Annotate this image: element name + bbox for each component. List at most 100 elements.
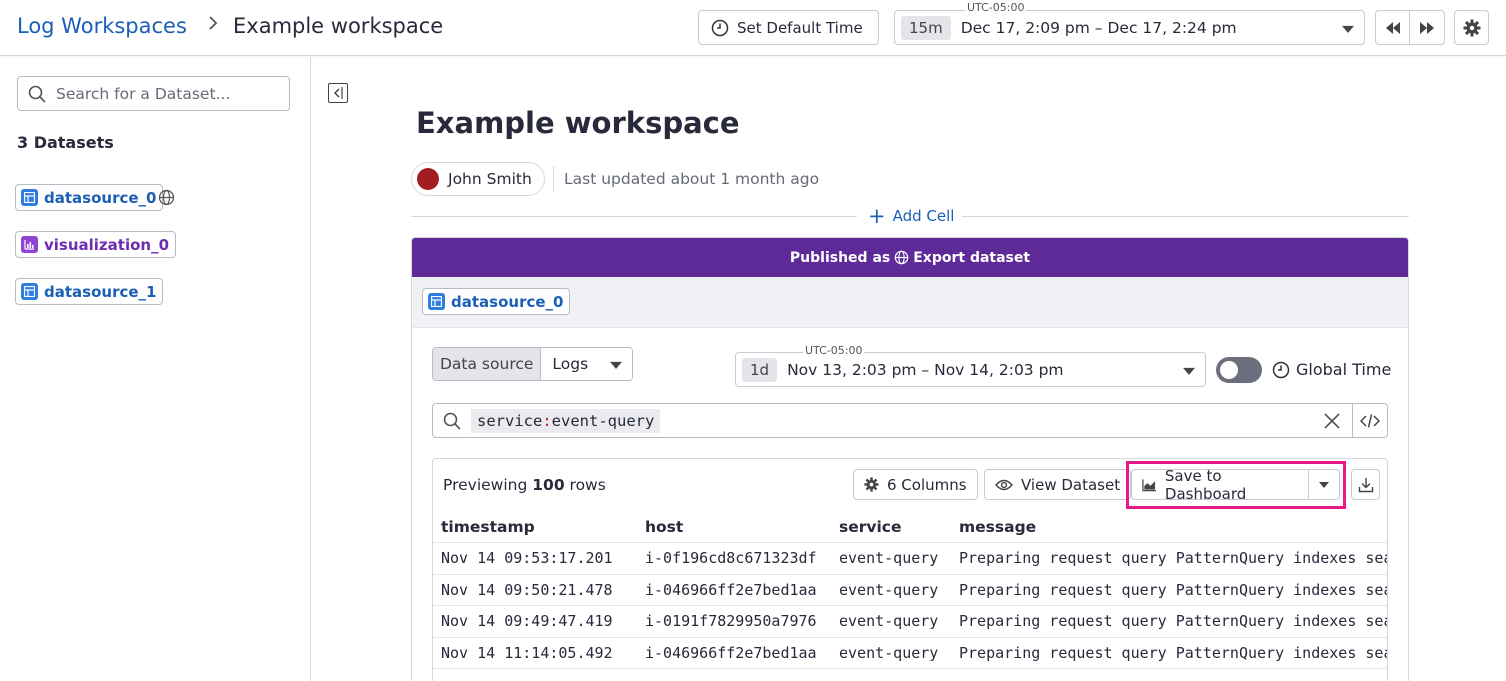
table-icon <box>21 189 38 206</box>
cell-dataset-chip[interactable]: datasource_0 <box>422 288 571 315</box>
add-cell-label: Add Cell <box>892 207 955 225</box>
global-time-toggle[interactable] <box>1216 357 1262 383</box>
published-prefix: Published as <box>789 249 891 266</box>
column-header-service[interactable]: service <box>831 518 951 536</box>
divider <box>553 166 554 192</box>
last-updated-text: Last updated about 1 month ago <box>564 170 820 188</box>
time-nav-group <box>1375 10 1445 45</box>
preview-prefix: Previewing <box>443 476 528 494</box>
download-icon <box>1358 477 1373 492</box>
cell-service: event-query <box>839 580 939 599</box>
table-icon <box>21 283 38 300</box>
column-header-message[interactable]: message <box>951 518 1387 536</box>
time-range-picker[interactable]: 15m Dec 17, 2:09 pm – Dec 17, 2:24 pm <box>894 10 1365 45</box>
preview-suffix: rows <box>569 476 606 494</box>
divider <box>962 216 1409 217</box>
rewind-icon <box>1385 21 1400 34</box>
cell-host: i-046966ff2e7bed1aa <box>645 643 817 662</box>
table-row[interactable]: Nov 14 09:50:21.478 i-046966ff2e7bed1aa … <box>433 575 1387 606</box>
close-icon[interactable] <box>1323 412 1341 434</box>
preview-table: timestamp host service message Nov 14 09… <box>433 511 1388 669</box>
timezone-label: UTC-05:00 <box>965 1 1027 14</box>
dataset-chip-datasource-0[interactable]: datasource_0 <box>15 184 164 211</box>
download-button[interactable] <box>1351 469 1380 500</box>
cell-message: Preparing request query PatternQuery ind… <box>959 643 1388 662</box>
fast-forward-icon <box>1420 21 1434 34</box>
breadcrumb-log-workspaces[interactable]: Log Workspaces <box>17 14 187 38</box>
cell-host: i-046966ff2e7bed1aa <box>645 580 817 599</box>
cell-service: event-query <box>839 643 939 662</box>
column-header-host[interactable]: host <box>637 518 831 536</box>
avatar <box>417 168 439 190</box>
timezone-label: UTC-05:00 <box>803 344 865 357</box>
author-name: John Smith <box>448 170 532 188</box>
settings-button[interactable] <box>1454 10 1489 45</box>
set-default-time-button[interactable]: Set Default Time <box>698 10 879 45</box>
data-source-select[interactable]: Data source Logs <box>432 347 634 381</box>
preview-count: 100 <box>532 476 565 494</box>
table-row[interactable]: Nov 14 09:49:47.419 i-0191f7829950a7976 … <box>433 606 1388 638</box>
author-chip[interactable]: John Smith <box>411 162 545 196</box>
column-header-timestamp[interactable]: timestamp <box>433 518 637 536</box>
save-to-dashboard-dropdown[interactable] <box>1309 469 1340 500</box>
cell-message: Preparing request query PatternQuery ind… <box>959 612 1388 631</box>
time-duration-badge: 15m <box>901 15 951 40</box>
data-source-value-text: Logs <box>552 355 589 373</box>
global-time-text: Global Time <box>1296 360 1392 379</box>
top-bar: Log Workspaces Example workspace Set Def… <box>0 0 1506 56</box>
cell-timestamp: Nov 14 09:53:17.201 <box>441 549 613 568</box>
dataset-chip-datasource-1[interactable]: datasource_1 <box>15 278 164 305</box>
code-view-button[interactable] <box>1352 404 1387 437</box>
cell-host: i-0191f7829950a7976 <box>645 612 817 631</box>
collapse-sidebar-button[interactable] <box>328 83 348 103</box>
time-back-button[interactable] <box>1375 10 1410 45</box>
query-key: service <box>477 411 543 430</box>
data-source-label: Data source <box>433 348 542 380</box>
table-row[interactable]: Nov 14 09:53:17.201 i-0f196cd8c671323df … <box>433 543 1388 575</box>
dataset-name: visualization_0 <box>44 235 170 254</box>
columns-button[interactable]: 6 Columns <box>853 469 978 500</box>
save-to-dashboard-button[interactable]: Save to Dashboard <box>1131 467 1309 503</box>
time-range-text: Nov 13, 2:03 pm – Nov 14, 2:03 pm <box>787 360 1064 379</box>
published-target[interactable]: Export dataset <box>913 250 1030 266</box>
add-cell-button[interactable]: + Add Cell <box>868 206 955 227</box>
dataset-count: 3 Datasets <box>17 133 114 152</box>
set-default-time-label: Set Default Time <box>737 18 863 37</box>
view-dataset-button[interactable]: View Dataset <box>984 469 1132 500</box>
caret-down-icon <box>1342 25 1354 33</box>
table-header-row: timestamp host service message <box>433 511 1387 543</box>
data-source-value[interactable]: Logs <box>541 348 633 380</box>
cell-service: event-query <box>839 612 939 631</box>
caret-down-icon <box>1183 367 1195 375</box>
cell-timestamp: Nov 14 09:49:47.419 <box>441 612 613 631</box>
time-duration-badge: 1d <box>742 357 778 382</box>
breadcrumb-current: Example workspace <box>233 14 444 38</box>
globe-icon <box>894 250 909 265</box>
cell-timestamp: Nov 14 11:14:05.492 <box>441 643 613 662</box>
cell-message: Preparing request query PatternQuery ind… <box>959 549 1388 568</box>
search-icon <box>443 412 461 430</box>
query-token[interactable]: service:event-query <box>471 408 661 433</box>
table-icon <box>428 293 445 310</box>
caret-down-icon <box>610 361 623 369</box>
time-forward-button[interactable] <box>1410 10 1445 45</box>
collapse-left-icon <box>333 87 343 99</box>
dataset-search-input[interactable] <box>56 84 276 103</box>
page-title: Example workspace <box>416 106 740 140</box>
cell-timestamp: Nov 14 09:50:21.478 <box>441 580 613 599</box>
cell-time-range-picker[interactable]: 1d Nov 13, 2:03 pm – Nov 14, 2:03 pm <box>735 352 1206 387</box>
dataset-chip-visualization-0[interactable]: visualization_0 <box>15 231 177 258</box>
chevron-right-icon <box>208 15 218 35</box>
divider <box>411 216 857 217</box>
table-row[interactable]: Nov 14 11:14:05.492 i-046966ff2e7bed1aa … <box>433 638 1388 669</box>
caret-down-icon <box>1319 481 1329 488</box>
preview-count-text: Previewing 100 rows <box>443 476 606 494</box>
dataset-name: datasource_1 <box>44 282 157 301</box>
eye-icon <box>995 479 1013 490</box>
search-icon <box>28 85 46 103</box>
dataset-search[interactable] <box>17 76 290 111</box>
published-banner: Published as Export dataset <box>412 238 1408 277</box>
cell-host: i-0f196cd8c671323df <box>645 549 817 568</box>
time-range-text: Dec 17, 2:09 pm – Dec 17, 2:24 pm <box>960 18 1237 37</box>
query-search-bar[interactable]: service:event-query <box>432 403 1388 438</box>
